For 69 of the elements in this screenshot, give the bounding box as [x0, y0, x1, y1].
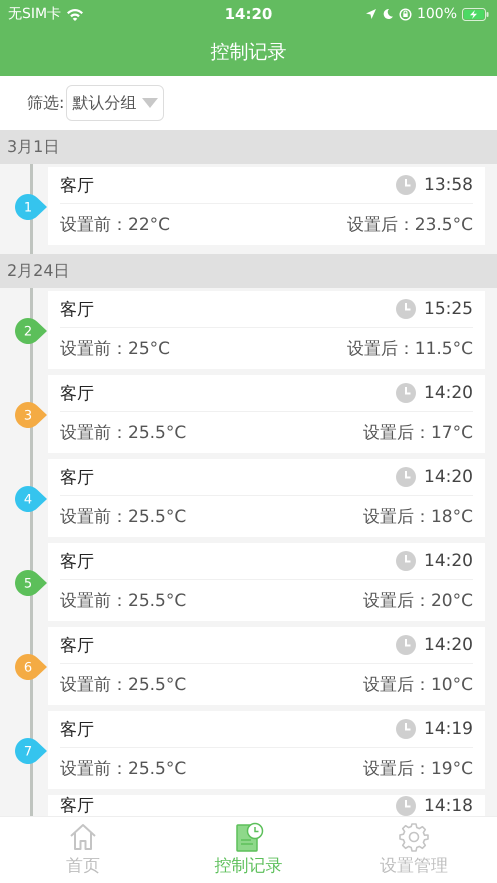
number-marker: 3	[14, 401, 48, 429]
record-time: 14:20	[424, 383, 473, 403]
after-temperature: 设置后：11.5°C	[346, 338, 473, 360]
record-card[interactable]: 客厅 15:25 设置前：25°C 设置后：11.5°C	[48, 291, 485, 369]
filter-label: 筛选:	[27, 92, 64, 114]
group-dropdown[interactable]: 默认分组	[66, 85, 164, 121]
battery-percent-text: 100%	[416, 6, 457, 22]
before-temperature: 设置前：25.5°C	[60, 674, 186, 696]
record-card[interactable]: 客厅 13:58 设置前：22°C 设置后：23.5°C	[48, 167, 485, 245]
room-name: 客厅	[60, 634, 95, 656]
record-card[interactable]: 客厅 14:20 设置前：25.5°C 设置后：10°C	[48, 627, 485, 705]
record-time: 14:20	[424, 551, 473, 571]
moon-icon	[382, 8, 394, 20]
clock-icon	[396, 299, 416, 319]
clock-icon	[396, 467, 416, 487]
before-temperature: 设置前：25.5°C	[60, 758, 186, 780]
clock-icon	[396, 551, 416, 571]
room-name: 客厅	[60, 718, 95, 740]
after-temperature: 设置后：17°C	[362, 422, 473, 444]
before-temperature: 设置前：25°C	[60, 338, 170, 360]
page-title: 控制记录	[210, 40, 286, 65]
document-clock-icon	[234, 822, 264, 852]
settings-icon	[399, 822, 430, 852]
after-temperature: 设置后：19°C	[362, 758, 473, 780]
clock-icon	[396, 635, 416, 655]
record-card[interactable]: 客厅 14:20 设置前：25.5°C 设置后：18°C	[48, 459, 485, 537]
room-name: 客厅	[60, 298, 95, 320]
record-card[interactable]: 客厅 14:20 设置前：25.5°C 设置后：20°C	[48, 543, 485, 621]
battery-charging-icon	[462, 8, 489, 20]
clock-text: 14:20	[224, 5, 272, 23]
number-marker: 1	[14, 193, 48, 221]
rotation-lock-icon	[398, 8, 412, 20]
number-marker: 6	[14, 653, 48, 681]
room-name: 客厅	[60, 550, 95, 572]
record-time: 14:18	[424, 796, 473, 816]
record-time: 14:20	[424, 467, 473, 487]
caret-icon	[142, 98, 158, 108]
number-marker: 7	[14, 737, 48, 765]
record-time: 13:58	[424, 175, 473, 195]
home-icon	[68, 822, 98, 852]
record-card[interactable]: 客厅 14:18	[48, 795, 485, 816]
room-name: 客厅	[60, 174, 95, 196]
clock-icon	[396, 719, 416, 739]
room-name: 客厅	[60, 382, 95, 404]
location-icon	[364, 8, 377, 20]
after-temperature: 设置后：10°C	[362, 674, 473, 696]
number-marker: 2	[14, 317, 48, 345]
record-time: 15:25	[424, 299, 473, 319]
clock-icon	[396, 175, 416, 195]
room-name: 客厅	[60, 796, 95, 816]
clock-icon	[396, 383, 416, 403]
after-temperature: 设置后：20°C	[362, 590, 473, 612]
room-name: 客厅	[60, 466, 95, 488]
record-card[interactable]: 客厅 14:20 设置前：25.5°C 设置后：17°C	[48, 375, 485, 453]
record-card[interactable]: 客厅 14:19 设置前：25.5°C 设置后：19°C	[48, 711, 485, 789]
before-temperature: 设置前：25.5°C	[60, 590, 186, 612]
before-temperature: 设置前：25.5°C	[60, 422, 186, 444]
before-temperature: 设置前：25.5°C	[60, 506, 186, 528]
after-temperature: 设置后：23.5°C	[346, 214, 473, 236]
carrier-text: 无SIM卡	[8, 5, 62, 23]
date-header: 3月1日	[0, 130, 497, 164]
record-time: 14:19	[424, 719, 473, 739]
after-temperature: 设置后：18°C	[362, 506, 473, 528]
wifi-icon	[66, 8, 84, 20]
number-marker: 5	[14, 569, 48, 597]
record-time: 14:20	[424, 635, 473, 655]
before-temperature: 设置前：22°C	[60, 214, 170, 236]
number-marker: 4	[14, 485, 48, 513]
date-header: 2月24日	[0, 254, 497, 288]
